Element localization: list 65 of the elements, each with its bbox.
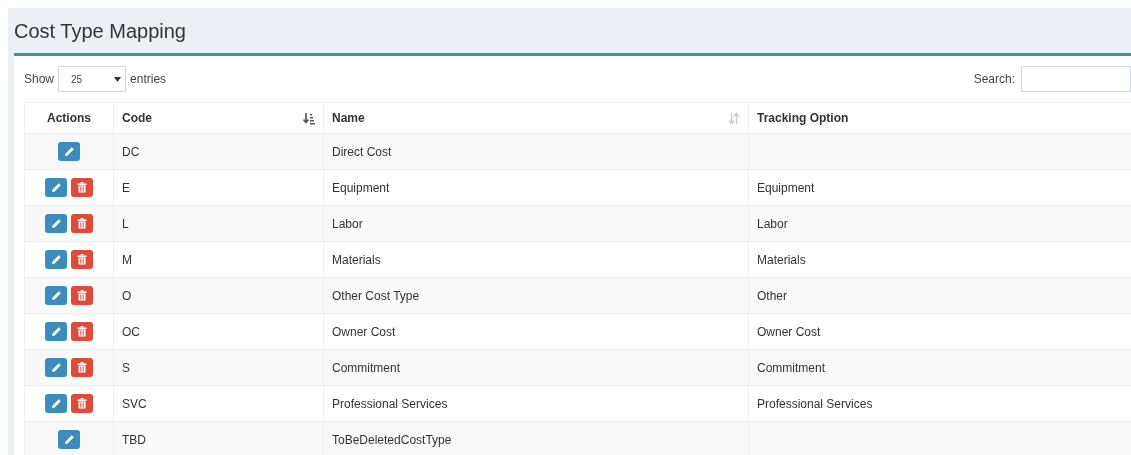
trash-icon bbox=[77, 362, 87, 373]
delete-button[interactable] bbox=[71, 286, 93, 305]
pencil-icon bbox=[50, 398, 62, 409]
table-cell: O bbox=[113, 277, 324, 314]
caret-icon bbox=[114, 76, 122, 82]
pencil-icon bbox=[50, 362, 62, 373]
delete-button[interactable] bbox=[71, 178, 93, 197]
delete-button[interactable] bbox=[71, 250, 93, 269]
search-field[interactable] bbox=[1021, 66, 1131, 92]
table-cell: Other bbox=[748, 277, 1131, 314]
pencil-icon bbox=[50, 182, 62, 193]
table-cell: Labor bbox=[748, 205, 1131, 242]
table-cell: S bbox=[113, 349, 324, 386]
table-cell: Materials bbox=[323, 241, 749, 278]
edit-button[interactable] bbox=[45, 286, 67, 305]
table-cell: Owner Cost bbox=[323, 313, 749, 350]
table-cell: L bbox=[113, 205, 324, 242]
edit-button[interactable] bbox=[58, 142, 80, 161]
delete-button[interactable] bbox=[71, 322, 93, 341]
pencil-icon bbox=[50, 290, 62, 301]
table-cell: Other Cost Type bbox=[323, 277, 749, 314]
pencil-icon bbox=[50, 254, 62, 265]
edit-button[interactable] bbox=[45, 214, 67, 233]
table-cell: M bbox=[113, 241, 324, 278]
search-label: Search: bbox=[973, 72, 1015, 86]
table-cell: SVC bbox=[113, 385, 324, 422]
show-label: Show bbox=[24, 72, 55, 86]
pencil-icon bbox=[63, 434, 75, 445]
table-cell: Commitment bbox=[323, 349, 749, 386]
column-header[interactable]: Tracking Option bbox=[748, 102, 1131, 134]
table-cell: Equipment bbox=[323, 169, 749, 206]
table-cell: DC bbox=[113, 133, 324, 170]
table-cell: TBD bbox=[113, 421, 324, 455]
column-header: Actions bbox=[24, 102, 114, 134]
trash-icon bbox=[77, 218, 87, 229]
entries-select[interactable]: 25 bbox=[58, 66, 127, 92]
column-header[interactable]: Name bbox=[323, 102, 749, 134]
page-title: Cost Type Mapping bbox=[14, 19, 186, 44]
table-cell: Direct Cost bbox=[323, 133, 749, 170]
delete-button[interactable] bbox=[71, 394, 93, 413]
table-cell: OC bbox=[113, 313, 324, 350]
column-header[interactable]: Code bbox=[113, 102, 324, 134]
entries-label: entries bbox=[130, 72, 167, 86]
table-cell: Commitment bbox=[748, 349, 1131, 386]
edit-button[interactable] bbox=[45, 178, 67, 197]
trash-icon bbox=[77, 398, 87, 409]
edit-button[interactable] bbox=[45, 358, 67, 377]
pencil-icon bbox=[50, 326, 62, 337]
trash-icon bbox=[77, 290, 87, 301]
edit-button[interactable] bbox=[58, 430, 80, 449]
sort-ascending-icon[interactable] bbox=[303, 111, 315, 125]
trash-icon bbox=[77, 326, 87, 337]
pencil-icon bbox=[63, 146, 75, 157]
table-cell: Labor bbox=[323, 205, 749, 242]
delete-button[interactable] bbox=[71, 358, 93, 377]
table-cell: Professional Services bbox=[323, 385, 749, 422]
edit-button[interactable] bbox=[45, 322, 67, 341]
edit-button[interactable] bbox=[45, 250, 67, 269]
edit-button[interactable] bbox=[45, 394, 67, 413]
table-cell: ToBeDeletedCostType bbox=[323, 421, 749, 455]
trash-icon bbox=[77, 254, 87, 265]
trash-icon bbox=[77, 182, 87, 193]
pencil-icon bbox=[50, 218, 62, 229]
delete-button[interactable] bbox=[71, 214, 93, 233]
table-cell: E bbox=[113, 169, 324, 206]
